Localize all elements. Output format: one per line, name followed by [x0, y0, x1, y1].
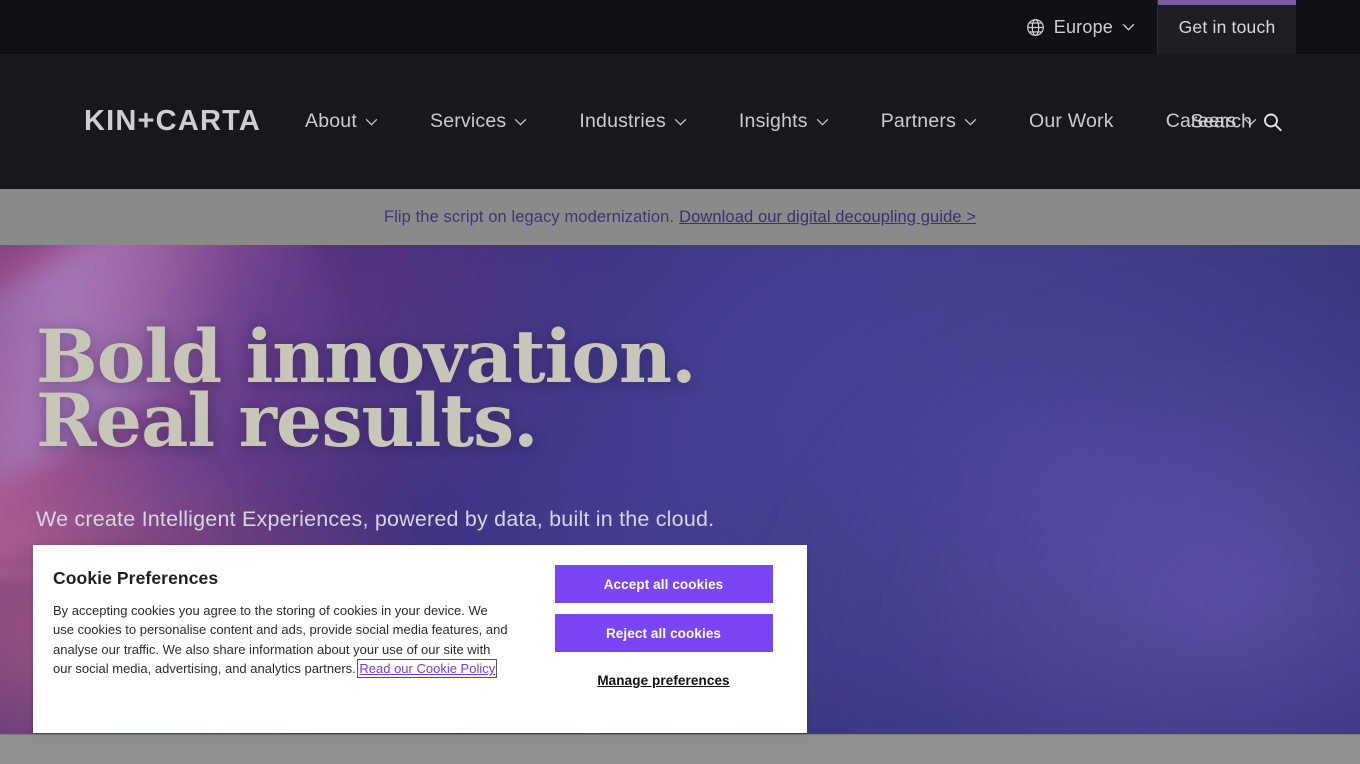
chevron-down-icon: [964, 118, 977, 126]
nav-item-partners[interactable]: Partners: [855, 92, 1003, 152]
cookie-dialog-actions: Accept all cookies Reject all cookies Ma…: [525, 545, 807, 733]
accept-all-cookies-label: Accept all cookies: [603, 576, 724, 592]
region-selector[interactable]: Europe: [1026, 0, 1157, 54]
banner-link[interactable]: Download our digital decoupling guide >: [679, 208, 976, 227]
topbar-endcap: [1296, 0, 1360, 54]
banner-text: Flip the script on legacy modernization.: [383, 207, 675, 226]
chevron-down-icon: [1122, 23, 1135, 31]
nav-label-our-work: Our Work: [1029, 110, 1114, 132]
nav-label-industries: Industries: [579, 110, 666, 132]
chevron-down-icon: [514, 118, 527, 126]
cookie-dialog-title: Cookie Preferences: [53, 568, 219, 588]
reject-all-cookies-button[interactable]: Reject all cookies: [554, 614, 773, 652]
hero-subtitle: We create Intelligent Experiences, power…: [36, 507, 715, 531]
nav-links: About Services Industries Insights Partn…: [305, 92, 1283, 152]
nav-label-about: About: [305, 110, 357, 132]
cookie-dialog-text-column: Cookie Preferences By accepting cookies …: [33, 545, 525, 733]
nav-item-about[interactable]: About: [305, 92, 404, 152]
nav-item-services[interactable]: Services: [404, 92, 553, 152]
hero-content: Bold innovation. Real results. We create…: [36, 321, 715, 532]
nav-item-insights[interactable]: Insights: [713, 92, 855, 152]
announcement-banner: Flip the script on legacy modernization.…: [0, 189, 1360, 245]
hero-gradient-streak: [780, 285, 1360, 734]
main-navigation: KIN+CARTA About Services Industries Insi…: [0, 54, 1360, 189]
accept-all-cookies-button[interactable]: Accept all cookies: [554, 565, 773, 603]
search-icon: [1263, 112, 1282, 131]
get-in-touch-button[interactable]: Get in touch: [1158, 0, 1296, 54]
get-in-touch-label: Get in touch: [1178, 16, 1276, 37]
globe-icon: [1026, 18, 1045, 37]
nav-item-our-work[interactable]: Our Work: [1003, 92, 1140, 152]
region-label: Europe: [1053, 16, 1113, 37]
chevron-down-icon: [365, 118, 378, 126]
nav-item-industries[interactable]: Industries: [553, 92, 713, 152]
chevron-down-icon: [816, 118, 829, 126]
search-label: Search: [1190, 110, 1252, 132]
cookie-preferences-dialog: Cookie Preferences By accepting cookies …: [33, 545, 807, 733]
site-logo[interactable]: KIN+CARTA: [84, 105, 261, 138]
chevron-down-icon: [674, 118, 687, 126]
nav-label-insights: Insights: [738, 110, 808, 132]
page-bottom-strip: [0, 734, 1360, 764]
search-button[interactable]: Search: [1190, 110, 1282, 133]
top-utility-bar: Europe Get in touch: [0, 0, 1360, 54]
cookie-policy-link[interactable]: Read our Cookie Policy: [357, 659, 498, 679]
reject-all-cookies-label: Reject all cookies: [605, 625, 722, 641]
manage-preferences-link[interactable]: Manage preferences: [597, 673, 729, 688]
cookie-dialog-body: By accepting cookies you agree to the st…: [53, 601, 511, 679]
nav-label-services: Services: [429, 110, 507, 132]
nav-label-partners: Partners: [880, 110, 957, 132]
